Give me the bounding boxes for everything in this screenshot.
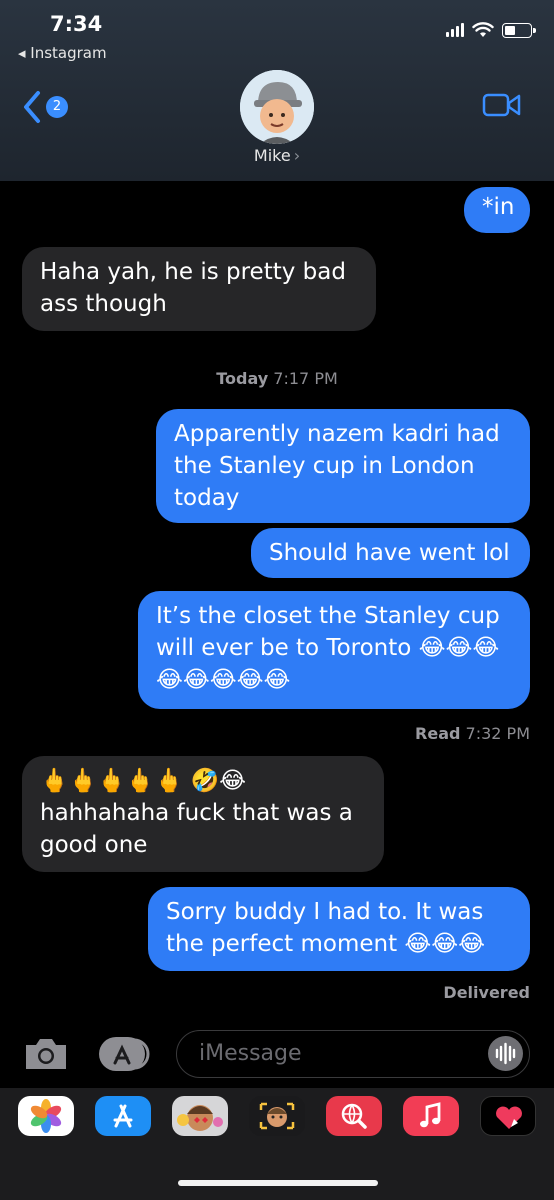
timestamp-divider: Today 7:17 PM [0,369,554,388]
cell-signal-icon [446,23,464,37]
battery-icon [502,22,536,38]
sent-message[interactable]: It’s the closet the Stanley cup will eve… [138,591,530,709]
images-search-button[interactable] [326,1096,382,1136]
facetime-video-button[interactable] [482,92,522,122]
contact-name[interactable]: Mike › [0,146,554,165]
read-receipt: Read 7:32 PM [415,724,530,743]
sent-message[interactable]: Should have went lol [251,528,530,578]
app-store-app-button[interactable] [95,1096,151,1136]
music-note-icon [420,1102,441,1128]
music-app-button[interactable] [403,1096,459,1136]
audio-message-button[interactable] [488,1036,523,1071]
sent-message[interactable]: Apparently nazem kadri had the Stanley c… [156,409,530,523]
message-thread[interactable]: *in Haha yah, he is pretty bad ass thoug… [0,181,554,1021]
app-store-glyph-icon [113,1104,133,1128]
video-camera-icon [482,93,521,117]
digital-touch-button[interactable] [480,1096,536,1136]
animoji-button[interactable] [249,1096,305,1136]
app-store-button[interactable] [98,1036,152,1076]
timestamp-time: 7:17 PM [273,369,338,388]
camera-icon [26,1039,66,1069]
memoji-stickers-button[interactable] [172,1096,228,1136]
read-label: Read [415,724,461,743]
read-time: 7:32 PM [465,724,530,743]
status-time: 7:34 [50,12,103,36]
photos-icon [30,1099,62,1133]
contact-avatar[interactable] [240,70,314,144]
timestamp-label: Today [216,369,269,388]
sent-message[interactable]: *in [464,187,530,233]
status-icons [446,22,536,38]
globe-search-icon [341,1103,367,1129]
chevron-left-icon [24,91,40,123]
message-input-bar: iMessage [0,1024,554,1084]
memoji-stickers-icon [177,1105,223,1131]
received-message[interactable]: Haha yah, he is pretty bad ass though [22,247,376,331]
memoji-avatar-icon [240,70,314,144]
waveform-icon [495,1042,516,1065]
back-to-app-link[interactable]: ◂ Instagram [18,44,107,62]
camera-button[interactable] [22,1036,70,1076]
photos-app-button[interactable] [18,1096,74,1136]
home-indicator[interactable] [178,1180,378,1186]
sent-message[interactable]: Sorry buddy I had to. It was the perfect… [148,887,530,971]
heart-touch-icon [496,1106,522,1129]
contact-name-label: Mike [253,146,291,165]
back-button[interactable]: 2 [22,90,68,124]
delivered-receipt: Delivered [443,983,530,1002]
imessage-input[interactable]: iMessage [176,1030,530,1078]
chevron-right-icon: › [293,146,301,165]
received-message[interactable]: 🖕🖕🖕🖕🖕 🤣😂 hahhahaha fuck that was a good … [22,756,384,872]
animoji-icon [259,1102,295,1130]
conversation-header: 7:34 ◂ Instagram 2 Mike › [0,0,554,181]
delivered-label: Delivered [443,983,530,1002]
unread-badge: 2 [46,96,68,118]
app-store-icon [99,1037,150,1071]
wifi-icon [472,22,494,37]
imessage-placeholder: iMessage [199,1041,302,1066]
